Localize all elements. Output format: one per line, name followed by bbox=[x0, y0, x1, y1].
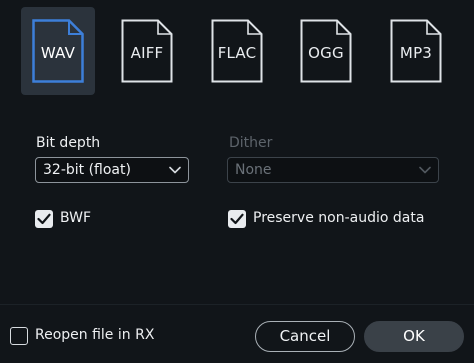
dither-dropdown: None bbox=[227, 157, 439, 183]
export-dialog: WAV AIFF FLAC OGG MP3 Bit depth 32-bit (… bbox=[0, 0, 474, 363]
format-selector: WAV AIFF FLAC OGG MP3 bbox=[0, 0, 474, 100]
format-label: AIFF bbox=[130, 44, 164, 62]
bit-depth-label: Bit depth bbox=[36, 135, 101, 151]
reopen-in-rx-checkbox[interactable]: Reopen file in RX bbox=[10, 327, 180, 347]
bwf-label: BWF bbox=[60, 210, 92, 226]
format-tile-flac[interactable]: FLAC bbox=[200, 7, 274, 95]
checkbox-box[interactable] bbox=[228, 210, 246, 228]
checkmark-icon bbox=[230, 213, 244, 225]
chevron-down-icon bbox=[169, 166, 181, 174]
checkbox-box[interactable] bbox=[35, 210, 53, 228]
format-tile-ogg[interactable]: OGG bbox=[289, 7, 363, 95]
format-tile-aiff[interactable]: AIFF bbox=[110, 7, 184, 95]
preserve-non-audio-label: Preserve non-audio data bbox=[253, 210, 425, 226]
format-tile-mp3[interactable]: MP3 bbox=[379, 7, 453, 95]
format-tile-wav[interactable]: WAV bbox=[21, 7, 95, 95]
bit-depth-value: 32-bit (float) bbox=[43, 162, 131, 178]
dither-label: Dither bbox=[229, 135, 273, 151]
bwf-checkbox[interactable]: BWF bbox=[35, 210, 115, 230]
footer-divider bbox=[0, 304, 474, 305]
format-label: WAV bbox=[40, 44, 76, 62]
preserve-non-audio-checkbox[interactable]: Preserve non-audio data bbox=[228, 210, 448, 230]
format-label: FLAC bbox=[217, 44, 257, 62]
cancel-button[interactable]: Cancel bbox=[255, 321, 355, 352]
ok-button[interactable]: OK bbox=[364, 321, 464, 352]
chevron-down-icon bbox=[419, 166, 431, 174]
checkbox-box[interactable] bbox=[10, 327, 28, 345]
format-label: MP3 bbox=[399, 44, 433, 62]
format-label: OGG bbox=[308, 44, 344, 62]
bit-depth-dropdown[interactable]: 32-bit (float) bbox=[35, 157, 189, 183]
reopen-in-rx-label: Reopen file in RX bbox=[35, 327, 155, 343]
dither-value: None bbox=[235, 162, 272, 178]
checkmark-icon bbox=[37, 213, 51, 225]
